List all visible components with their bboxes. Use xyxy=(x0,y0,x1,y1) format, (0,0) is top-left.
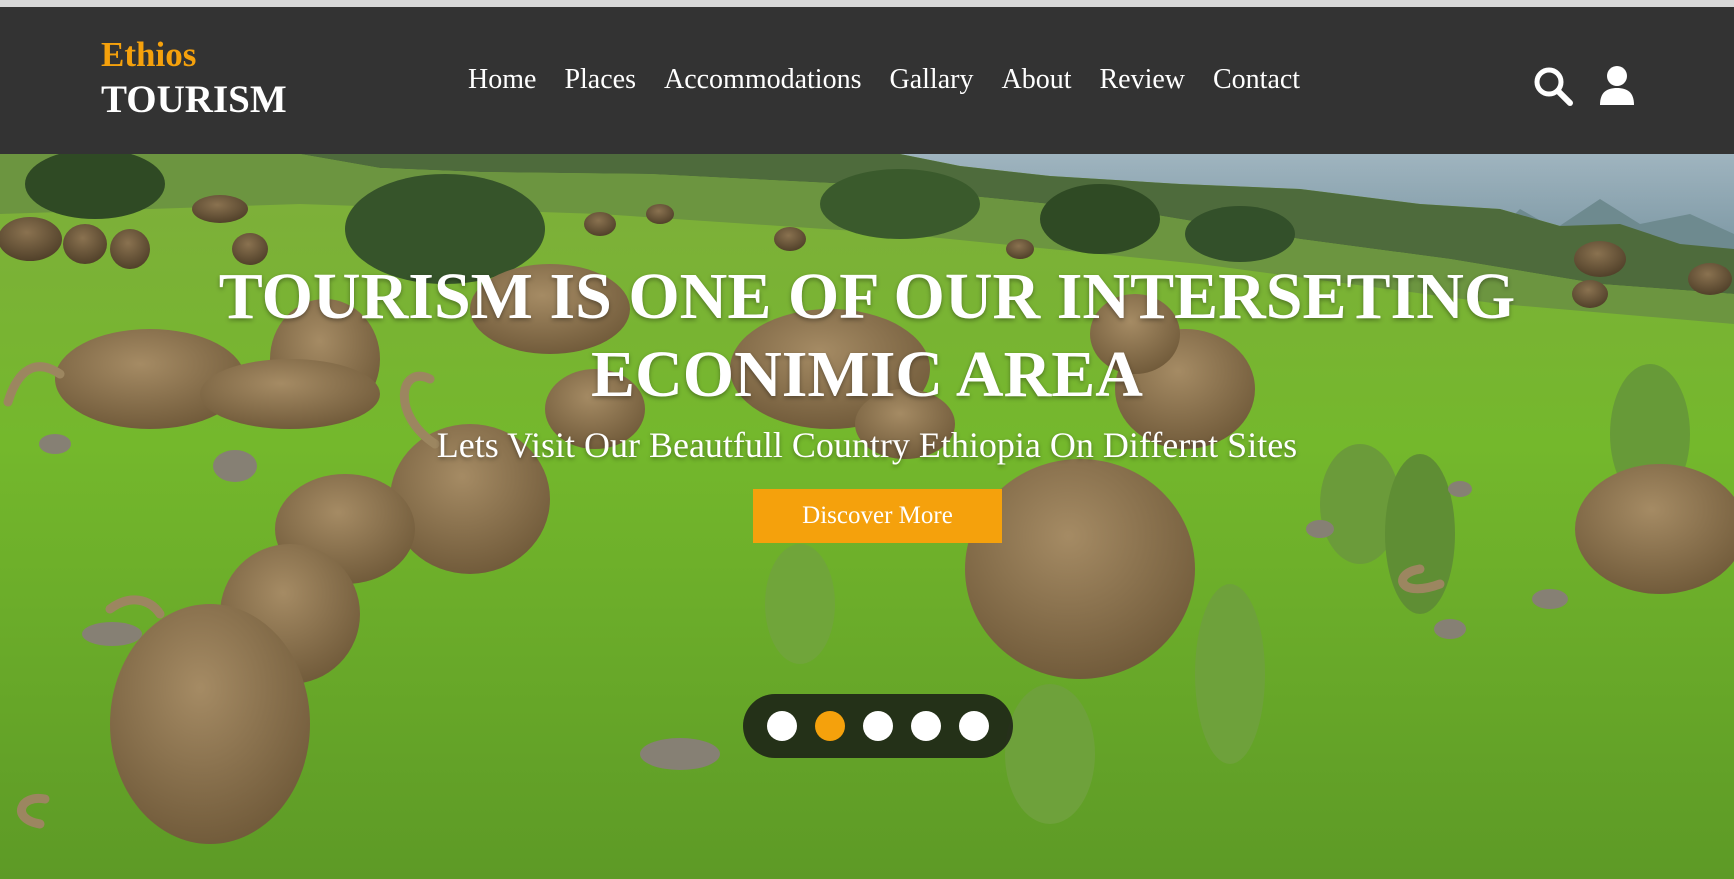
brand-name-top: Ethios xyxy=(101,35,197,74)
nav-about-link[interactable]: About xyxy=(1001,64,1071,96)
hero-title: TOURISM IS ONE OF OUR INTERSETING ECONIM… xyxy=(218,260,1516,411)
discover-more-button[interactable]: Discover More xyxy=(753,489,1002,543)
nav-accommodations-link[interactable]: Accommodations xyxy=(664,64,862,96)
nav-contact-link[interactable]: Contact xyxy=(1213,64,1300,96)
nav-home-link[interactable]: Home xyxy=(468,64,536,96)
nav-places-link[interactable]: Places xyxy=(564,64,636,96)
slider-dot-4[interactable] xyxy=(911,711,941,741)
slider-dot-1[interactable] xyxy=(767,711,797,741)
brand-logo[interactable]: Ethios TOURISM xyxy=(101,37,287,119)
search-icon[interactable] xyxy=(1532,65,1574,107)
slider-dot-2[interactable] xyxy=(815,711,845,741)
nav-icon-group xyxy=(1532,65,1638,107)
hero-banner: TOURISM IS ONE OF OUR INTERSETING ECONIM… xyxy=(0,154,1734,879)
nav-review-link[interactable]: Review xyxy=(1099,64,1185,96)
hero-subtitle: Lets Visit Our Beautfull Country Ethiopi… xyxy=(436,425,1298,465)
brand-name-bottom: TOURISM xyxy=(101,78,287,121)
navbar: Ethios TOURISM Home Places Accommodation… xyxy=(0,7,1734,154)
main-menu: Home Places Accommodations Gallary About… xyxy=(468,64,1300,96)
slider-dot-3[interactable] xyxy=(863,711,893,741)
nav-gallary-link[interactable]: Gallary xyxy=(890,64,974,96)
page-top-border xyxy=(0,0,1734,7)
slider-dot-5[interactable] xyxy=(959,711,989,741)
hero-content: TOURISM IS ONE OF OUR INTERSETING ECONIM… xyxy=(0,258,1734,466)
slider-pagination xyxy=(743,694,1013,758)
user-icon[interactable] xyxy=(1596,65,1638,107)
